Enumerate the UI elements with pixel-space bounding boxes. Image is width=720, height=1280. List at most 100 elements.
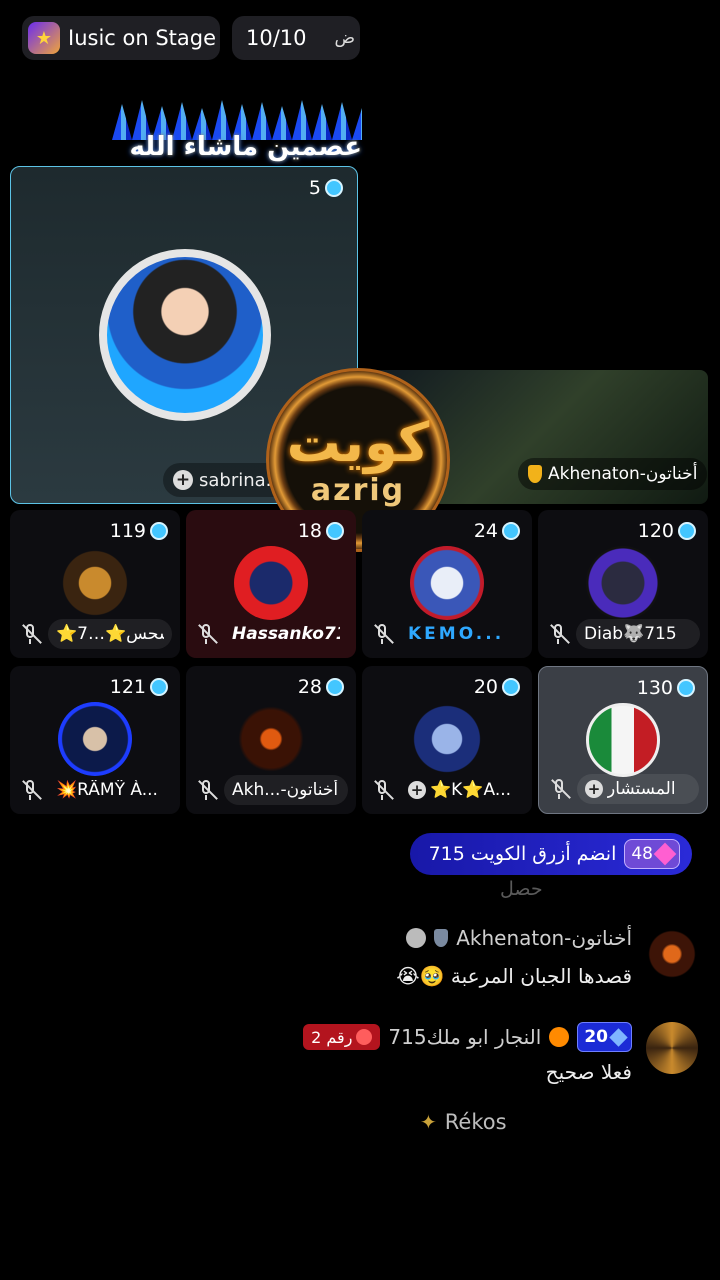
seat-name-row: KEMO... <box>370 618 524 650</box>
seat-avatar[interactable] <box>586 546 660 620</box>
seat-avatar[interactable] <box>58 546 132 620</box>
join-text: انضم أزرق الكويت 715 <box>428 843 617 865</box>
gem-icon <box>325 179 343 197</box>
entering-user: ✦ Rékos <box>420 1110 507 1134</box>
seat-name: ⭐K⭐A... <box>430 780 512 800</box>
mic-off-icon <box>546 622 570 646</box>
seat-name-row: ⭐سحس⭐…7 <box>18 618 172 650</box>
seat-name-row: Akh...-أخناتون <box>194 774 348 806</box>
seat-name-row: Diab🐺715 <box>546 618 700 650</box>
logo-latin-text: azrig <box>310 472 406 508</box>
host-avatar[interactable] <box>99 249 271 421</box>
seat-gift-count: 120 <box>638 520 696 542</box>
chat-message-text: قصدها الجبان المرعبة 🥹😭 <box>396 964 632 988</box>
seat-gift-count: 130 <box>637 677 695 699</box>
gem-icon <box>502 522 520 540</box>
seat-name: 💥RÄMŸ À... <box>56 780 158 800</box>
cohost-name: Akhenaton-أخناتون <box>548 464 698 484</box>
host-count-value: 5 <box>308 177 321 199</box>
seat-card-3[interactable]: 24 KEMO... <box>362 510 532 658</box>
seat-name: المستشار <box>607 779 676 799</box>
logo-arabic-text: كويت <box>286 410 430 474</box>
diamond-icon <box>609 1027 628 1047</box>
extra-label: ض <box>334 28 356 48</box>
seat-name-pill[interactable]: ⭐سحس⭐…7 <box>48 619 172 649</box>
rank-text: رقم 2 <box>311 1027 353 1047</box>
gem-icon <box>150 522 168 540</box>
seat-count-value: 120 <box>637 520 674 542</box>
mic-off-icon <box>194 778 218 802</box>
seat-gift-count: 121 <box>110 676 168 698</box>
diamond-icon <box>653 842 677 866</box>
medal-icon <box>434 929 449 947</box>
seat-avatar[interactable] <box>234 546 308 620</box>
seat-name-pill[interactable]: Hassanko715 <box>224 619 348 649</box>
seat-count-pill[interactable]: 10/10 ض <box>232 16 360 60</box>
banner-text: عصمين ماشاء الله <box>129 132 362 162</box>
seat-gift-count: 18 <box>298 520 344 542</box>
seat-count-value: 119 <box>109 520 146 542</box>
seat-name-pill[interactable]: + ⭐K⭐A... <box>400 775 524 805</box>
chat-avatar[interactable] <box>646 928 698 980</box>
chat-message-header: Akhenaton-أخناتون <box>406 926 632 950</box>
chat-username[interactable]: Akhenaton-أخناتون <box>456 926 632 950</box>
seat-card-6[interactable]: 28 Akh...-أخناتون <box>186 666 356 814</box>
mic-off-icon <box>370 778 394 802</box>
seat-name-row: + المستشار <box>547 773 699 805</box>
seat-name-row: 💥RÄMŸ À... <box>18 774 172 806</box>
seat-name-pill[interactable]: 💥RÄMŸ À... <box>48 775 172 805</box>
seat-name-row: + ⭐K⭐A... <box>370 774 524 806</box>
join-notification: انضم أزرق الكويت 715 48 <box>410 833 692 875</box>
room-banner: عصمين ماشاء الله <box>112 100 362 162</box>
seat-name: Hassanko715 <box>232 624 340 644</box>
seat-name-pill[interactable]: KEMO... <box>400 619 524 649</box>
seat-avatar[interactable] <box>410 546 484 620</box>
room-title: Iusic on Stage <box>68 26 217 50</box>
seat-card-1[interactable]: 119 ⭐سحس⭐…7 <box>10 510 180 658</box>
seat-card-5[interactable]: 121 💥RÄMŸ À... <box>10 666 180 814</box>
user-level: 20 <box>584 1027 608 1047</box>
mic-off-icon <box>194 622 218 646</box>
seat-card-2[interactable]: 18 Hassanko715 <box>186 510 356 658</box>
chat-message-text: فعلا صحيح <box>545 1060 632 1084</box>
gem-icon <box>150 678 168 696</box>
seat-name-pill[interactable]: Akh...-أخناتون <box>224 775 348 805</box>
host-gift-count: 5 <box>309 177 343 199</box>
seat-avatar[interactable] <box>58 702 132 776</box>
seat-card-7[interactable]: 20 + ⭐K⭐A... <box>362 666 532 814</box>
gem-icon <box>678 522 696 540</box>
seat-count-value: 130 <box>636 677 673 699</box>
seat-name: Diab🐺715 <box>584 624 677 644</box>
seat-card-4[interactable]: 120 Diab🐺715 <box>538 510 708 658</box>
room-title-pill[interactable]: ★ Iusic on Stage <box>22 16 220 60</box>
seat-avatar[interactable] <box>586 703 660 777</box>
seat-name-pill[interactable]: Diab🐺715 <box>576 619 700 649</box>
seat-count-value: 24 <box>473 520 498 542</box>
rank-icon <box>356 1029 373 1045</box>
faded-chat-line: حصل <box>500 878 543 900</box>
follow-plus-icon[interactable]: + <box>408 781 426 799</box>
gem-icon <box>677 679 695 697</box>
cohost-name-pill[interactable]: Akhenaton-أخناتون <box>518 458 708 490</box>
seat-avatar[interactable] <box>234 702 308 776</box>
heart-badge-icon <box>549 1027 570 1047</box>
seat-name: KEMO... <box>408 624 505 644</box>
seat-gift-count: 24 <box>474 520 520 542</box>
seat-avatar[interactable] <box>410 702 484 776</box>
seat-gift-count: 28 <box>298 676 344 698</box>
seat-count-value: 20 <box>473 676 498 698</box>
seat-count-value: 28 <box>297 676 322 698</box>
seat-count-value: 18 <box>297 520 322 542</box>
chat-username[interactable]: النجار ابو ملك715 <box>388 1025 541 1049</box>
seat-count-value: 121 <box>109 676 146 698</box>
chat-avatar[interactable] <box>646 1022 698 1074</box>
seat-count: 10/10 <box>246 26 307 50</box>
room-logo-icon: ★ <box>28 22 60 54</box>
gem-icon <box>326 522 344 540</box>
sparkle-icon: ✦ <box>420 1110 437 1134</box>
follow-plus-icon[interactable]: + <box>173 470 193 490</box>
follow-plus-icon[interactable]: + <box>585 780 603 798</box>
medal-icon <box>528 465 542 483</box>
seat-name-pill[interactable]: + المستشار <box>577 774 699 804</box>
seat-card-8[interactable]: 130 + المستشار <box>538 666 708 814</box>
